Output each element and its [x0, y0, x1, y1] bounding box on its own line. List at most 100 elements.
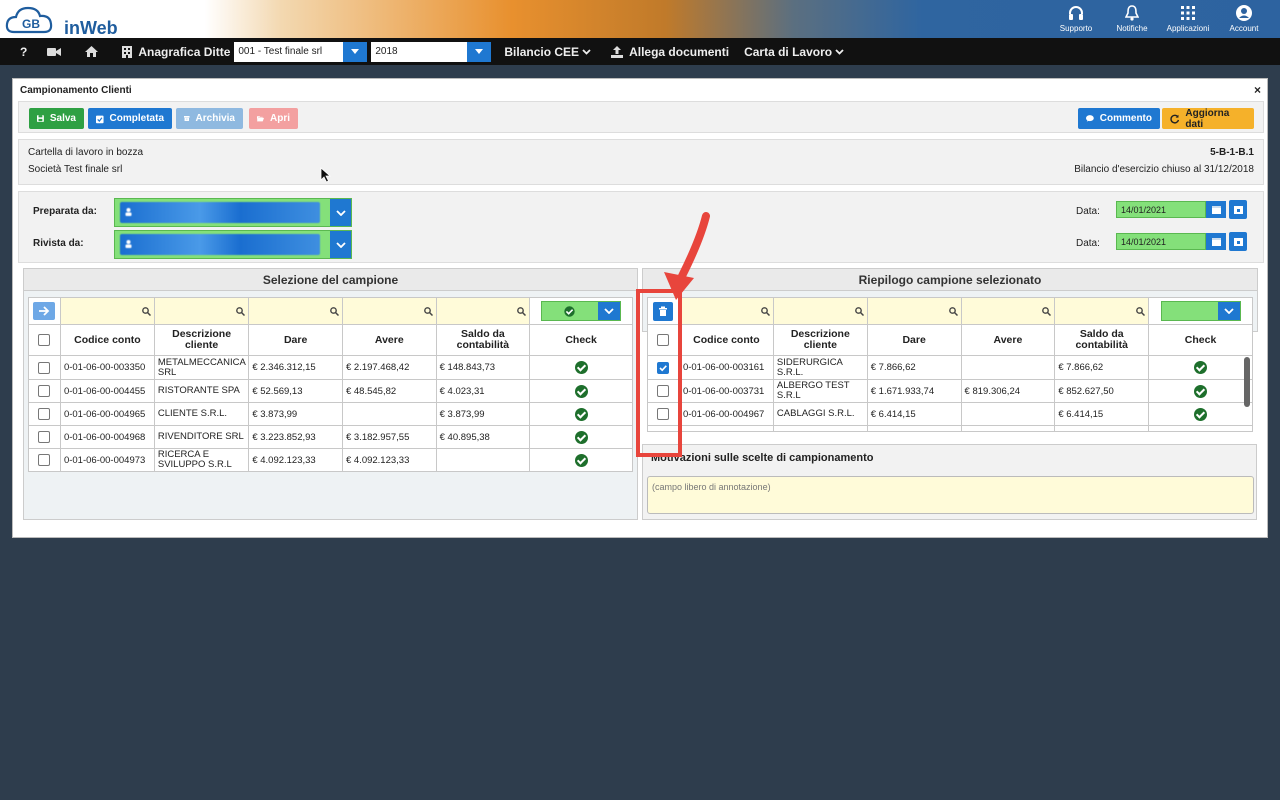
calendar-button[interactable] [1206, 201, 1226, 218]
column-header[interactable]: Saldo da contabilità [435, 324, 531, 356]
upload-icon [611, 45, 624, 58]
user-chip [120, 202, 320, 223]
chevron-down-icon[interactable] [330, 231, 351, 258]
check-circle-icon [1194, 407, 1208, 421]
table-row[interactable]: 0-01-06-00-004967 CABLAGGI S.R.L. € 6.414,… [647, 402, 1253, 426]
chevron-down-icon [582, 48, 591, 55]
year-select[interactable]: 2018 [371, 41, 492, 62]
signoff-form: Preparata da: Rivista da: Data: 14/01/20… [18, 191, 1264, 263]
calendar-today-button[interactable] [1229, 232, 1247, 251]
date-label: Data: [1076, 206, 1100, 217]
notifications-button[interactable]: Notifiche [1104, 2, 1160, 33]
table-row[interactable]: 0-01-06-00-004455 RISTORANTE SPA € 52.569,… [28, 379, 633, 403]
column-header[interactable]: Dare [866, 324, 962, 356]
check-cell [1148, 355, 1253, 380]
bilancio-menu[interactable]: Bilancio CEE [504, 45, 597, 59]
completed-button[interactable]: Completata [88, 108, 172, 129]
prepared-by-select[interactable] [114, 198, 352, 227]
company-registry-menu[interactable]: Anagrafica Ditte [122, 45, 230, 59]
home-button[interactable] [85, 46, 104, 57]
comment-button[interactable]: Commento [1078, 108, 1160, 129]
filter-row [647, 297, 1253, 325]
reviewed-by-select[interactable] [114, 230, 352, 259]
user-icon [125, 208, 132, 216]
video-button[interactable] [47, 47, 67, 57]
filter-input[interactable] [59, 297, 155, 325]
archive-icon [184, 116, 190, 121]
row-checkbox[interactable] [38, 361, 51, 374]
table-row[interactable]: 0-01-06-00-003731 ALBERGO TEST S.R.L € 1.6… [647, 379, 1253, 403]
check-circle-icon [1194, 384, 1208, 398]
account-button[interactable]: Account [1216, 2, 1272, 33]
column-header[interactable]: Dare [248, 324, 343, 356]
refresh-data-button[interactable]: Aggiorna dati [1162, 108, 1254, 130]
column-header[interactable]: Check [529, 324, 633, 356]
row-checkbox[interactable] [38, 454, 51, 466]
row-checkbox[interactable] [38, 385, 51, 397]
credit-cell: € 4.092.123,33 [341, 448, 437, 472]
filter-input[interactable] [341, 297, 437, 325]
column-header[interactable]: Codice conto [59, 324, 155, 356]
column-header[interactable]: Codice conto [678, 324, 774, 356]
check-filter-select[interactable] [541, 301, 622, 321]
user-icon [125, 240, 132, 248]
table-row[interactable]: 0-01-06-00-004965 CLIENTE S.R.L. € 3.873,9… [28, 402, 633, 426]
chevron-down-icon [467, 41, 492, 62]
row-checkbox[interactable] [38, 431, 51, 443]
chevron-down-icon[interactable] [330, 199, 351, 226]
filter-input[interactable] [772, 297, 868, 325]
table-row[interactable]: 0-01-06-00-004973 RICERCA E SVILUPPO S.R.… [28, 448, 633, 472]
folder-open-icon [257, 116, 264, 122]
debit-cell: € 52.569,13 [248, 379, 343, 403]
panel-title: Campionamento Clienti [20, 85, 132, 96]
filter-input[interactable] [960, 297, 1056, 325]
filter-input[interactable] [1054, 297, 1150, 325]
top-header: GB inWeb Supporto Notifiche Applicazioni… [0, 0, 1280, 38]
filter-input[interactable] [153, 297, 250, 325]
help-button[interactable]: ? [20, 45, 27, 59]
filter-input[interactable] [435, 297, 531, 325]
debit-cell: € 1.671.933,74 [866, 379, 962, 403]
attach-documents-button[interactable]: Allega documenti [611, 45, 729, 59]
close-button[interactable]: × [1254, 83, 1261, 97]
table-row[interactable]: 0-01-06-00-003161 SIDERURGICA S.R.L. € 7.8… [647, 355, 1253, 380]
worksheet-menu[interactable]: Carta di Lavoro [744, 45, 850, 59]
table-row[interactable]: 0-01-06-00-003350 METALMECCANICA SRL € 2.3… [28, 355, 633, 380]
column-header[interactable]: Check [1148, 324, 1253, 356]
prepared-date-input[interactable]: 14/01/2021 [1116, 201, 1206, 218]
filter-input[interactable] [248, 297, 343, 325]
move-to-sample-button[interactable] [33, 302, 56, 320]
table-scrollbar[interactable] [1244, 357, 1250, 407]
search-icon [1136, 306, 1146, 316]
column-header[interactable]: Descrizione cliente [153, 324, 250, 356]
company-select[interactable]: 001 - Test finale srl [234, 41, 368, 62]
check-cell [529, 355, 633, 380]
credit-cell: € 2.197.468,42 [341, 355, 437, 380]
check-circle-icon [564, 306, 575, 317]
check-filter-select[interactable] [1160, 301, 1241, 321]
balance-cell [435, 448, 531, 472]
open-button[interactable]: Apri [249, 108, 298, 129]
column-header[interactable]: Avere [960, 324, 1056, 356]
comment-label: Commento [1099, 113, 1152, 124]
archive-button[interactable]: Archivia [176, 108, 243, 129]
financial-year-info: Bilancio d'esercizio chiuso al 31/12/201… [1074, 164, 1254, 175]
rationale-textarea[interactable]: (campo libero di annotazione) [647, 476, 1254, 514]
save-label: Salva [49, 113, 76, 124]
balance-cell: € 40.895,38 [435, 425, 531, 449]
reviewed-date-input[interactable]: 14/01/2021 [1116, 233, 1206, 250]
column-header[interactable]: Saldo da contabilità [1054, 324, 1150, 356]
column-header[interactable]: Descrizione cliente [772, 324, 868, 356]
search-icon [141, 306, 151, 316]
table-row[interactable]: 0-01-06-00-004968 RIVENDITORE SRL € 3.223.… [28, 425, 633, 449]
column-header[interactable]: Avere [341, 324, 437, 356]
calendar-button[interactable] [1206, 233, 1226, 250]
row-checkbox[interactable] [38, 408, 51, 420]
support-button[interactable]: Supporto [1048, 2, 1104, 33]
save-button[interactable]: Salva [29, 108, 84, 129]
select-all-checkbox[interactable] [38, 334, 51, 346]
filter-input[interactable] [866, 297, 962, 325]
app-logo[interactable]: GB inWeb [4, 2, 118, 38]
calendar-today-button[interactable] [1229, 200, 1247, 219]
applications-button[interactable]: Applicazioni [1160, 2, 1216, 33]
